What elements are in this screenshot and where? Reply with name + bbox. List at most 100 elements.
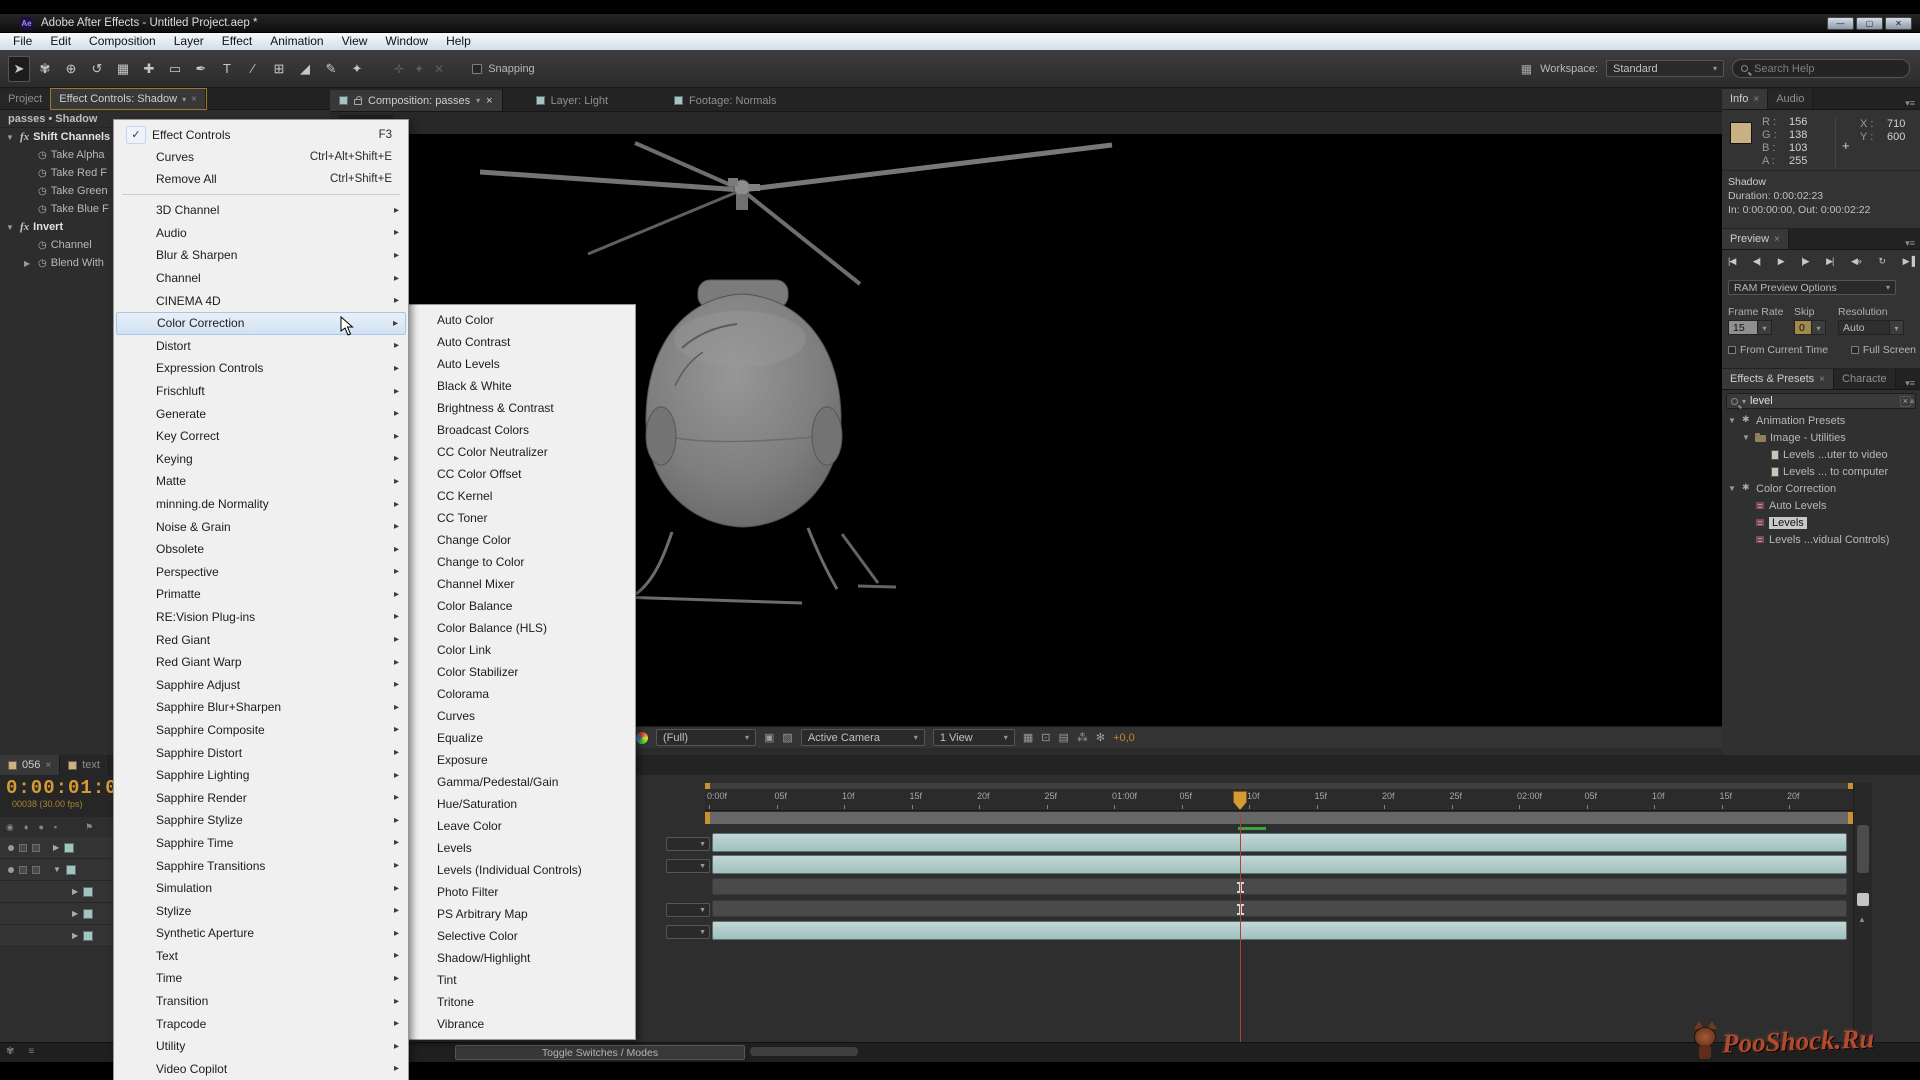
transport-button[interactable]: ◀»: [1851, 256, 1861, 267]
scroll-up-icon[interactable]: ▲: [1908, 396, 1916, 405]
skip-value[interactable]: 0: [1794, 320, 1812, 335]
minimize-button[interactable]: —: [1827, 17, 1854, 30]
layer-duration-bar[interactable]: [712, 878, 1847, 895]
exposure-offset-value[interactable]: +0,0: [1113, 732, 1135, 744]
audio-icon[interactable]: ♦: [24, 822, 29, 832]
menu-category-item[interactable]: Text ▸: [116, 945, 406, 968]
twirl-icon[interactable]: ▼: [6, 223, 16, 232]
preset-tree-item[interactable]: Auto Levels: [1722, 497, 1920, 514]
parent-dropdown[interactable]: ▼: [666, 837, 710, 851]
submenu-item[interactable]: Broadcast Colors: [411, 419, 633, 441]
close-button[interactable]: ✕: [1885, 17, 1912, 30]
layer-color-chip[interactable]: [64, 843, 74, 853]
layer-duration-bar[interactable]: [712, 921, 1847, 940]
solo-icon[interactable]: ●: [38, 822, 43, 832]
menu-category-item[interactable]: Simulation ▸: [116, 877, 406, 900]
region-of-interest-icon[interactable]: ▣: [764, 731, 774, 744]
layer-color-chip[interactable]: [83, 887, 93, 897]
close-tab-icon[interactable]: ×: [1774, 234, 1780, 245]
tab-info[interactable]: Info ×: [1722, 89, 1768, 109]
menu-category-item[interactable]: Matte ▸: [116, 470, 406, 493]
menu-category-item[interactable]: Channel ▸: [116, 267, 406, 290]
twirl-icon[interactable]: ▶: [72, 887, 78, 896]
menu-category-item[interactable]: Sapphire Transitions ▸: [116, 854, 406, 877]
menu-category-item[interactable]: Key Correct ▸: [116, 425, 406, 448]
timeline-horizontal-scrollbar[interactable]: [750, 1047, 858, 1056]
tool-button[interactable]: ✦: [346, 56, 368, 82]
presets-search-box[interactable]: ▾ level ×: [1726, 393, 1916, 409]
menu-item[interactable]: Remove All Ctrl+Shift+E: [116, 168, 406, 190]
submenu-item[interactable]: Leave Color: [411, 815, 633, 837]
submenu-item[interactable]: Auto Levels: [411, 353, 633, 375]
preset-tree-item[interactable]: ▼ Color Correction: [1722, 480, 1920, 497]
time-ruler[interactable]: 0:00f 05f 10f 15f: [705, 789, 1853, 811]
transport-button[interactable]: |◀: [1728, 256, 1735, 267]
parent-dropdown[interactable]: ▼: [666, 903, 710, 917]
twirl-icon[interactable]: ▼: [1728, 416, 1737, 425]
menu-category-item[interactable]: Utility ▸: [116, 1035, 406, 1058]
preset-tree-item[interactable]: ▼ Animation Presets: [1722, 412, 1920, 429]
chevron-down-icon[interactable]: ▾: [1742, 397, 1746, 406]
frame-rate-value[interactable]: 15: [1728, 320, 1758, 335]
grid-guides-icon[interactable]: ▦: [1023, 731, 1033, 744]
maximize-button[interactable]: ▢: [1856, 17, 1883, 30]
submenu-item[interactable]: Exposure: [411, 749, 633, 771]
transport-button[interactable]: ◀|: [1753, 256, 1760, 267]
ram-preview-options-dropdown[interactable]: RAM Preview Options ▾: [1728, 280, 1896, 295]
tool-button[interactable]: ✚: [138, 56, 160, 82]
view-layout-dropdown[interactable]: 1 View ▾: [933, 729, 1015, 746]
label-column-icon[interactable]: ⚑: [85, 822, 93, 833]
panel-menu-icon[interactable]: ▾≡: [1905, 98, 1920, 109]
tool-button[interactable]: ⊕: [60, 56, 82, 82]
layer-duration-bar[interactable]: [712, 855, 1847, 874]
layer-duration-bar[interactable]: [712, 900, 1847, 917]
tool-button[interactable]: ✾: [34, 56, 56, 82]
submenu-item[interactable]: Auto Contrast: [411, 331, 633, 353]
twirl-icon[interactable]: ▶: [72, 909, 78, 918]
tool-button[interactable]: ↺: [86, 56, 108, 82]
lock-column-icon[interactable]: ▪: [54, 822, 57, 832]
graph-editor-icon[interactable]: ≡: [28, 1046, 34, 1057]
menu-category-item[interactable]: Sapphire Composite ▸: [116, 719, 406, 742]
menu-item[interactable]: Curves Ctrl+Alt+Shift+E: [116, 146, 406, 168]
submenu-item[interactable]: CC Kernel: [411, 485, 633, 507]
menubar-item[interactable]: Composition: [80, 33, 165, 50]
menubar-item[interactable]: Layer: [165, 33, 213, 50]
tool-button[interactable]: ⊞: [268, 56, 290, 82]
layer-color-chip[interactable]: [83, 931, 93, 941]
menu-category-item[interactable]: Primatte ▸: [116, 583, 406, 606]
twirl-icon[interactable]: ▼: [6, 133, 16, 142]
twirl-icon[interactable]: ▼: [53, 865, 61, 874]
menu-category-item[interactable]: Stylize ▸: [116, 899, 406, 922]
menu-category-item[interactable]: Generate ▸: [116, 402, 406, 425]
full-screen-checkbox[interactable]: Full Screen: [1851, 344, 1916, 356]
snapshot-icon[interactable]: ▤: [1058, 731, 1068, 744]
current-time-icon[interactable]: ⊡: [1041, 731, 1050, 744]
parent-dropdown[interactable]: ▼: [666, 859, 710, 873]
transport-button[interactable]: ▶|: [1826, 256, 1833, 267]
submenu-item[interactable]: Color Balance (HLS): [411, 617, 633, 639]
from-current-time-checkbox[interactable]: From Current Time: [1728, 344, 1828, 356]
checkbox-icon[interactable]: [1851, 346, 1859, 354]
channel-color-icon[interactable]: [636, 732, 648, 744]
tab-effect-controls[interactable]: Effect Controls: Shadow ▾ ×: [51, 89, 206, 109]
submenu-item[interactable]: Change to Color: [411, 551, 633, 573]
menu-category-item[interactable]: 3D Channel ▸: [116, 199, 406, 222]
chevron-down-icon[interactable]: ▾: [1890, 320, 1904, 335]
checkbox-icon[interactable]: [1728, 346, 1736, 354]
menu-category-item[interactable]: Sapphire Adjust ▸: [116, 673, 406, 696]
twirl-icon[interactable]: ▼: [1742, 433, 1751, 442]
submenu-item[interactable]: Black & White: [411, 375, 633, 397]
submenu-item[interactable]: Vibrance: [411, 1013, 633, 1035]
video-visibility-icon[interactable]: ◉: [6, 822, 14, 833]
submenu-item[interactable]: CC Color Offset: [411, 463, 633, 485]
tab-project[interactable]: Project: [0, 89, 51, 109]
menu-category-item[interactable]: CINEMA 4D ▸: [116, 289, 406, 312]
toggle-switches-modes-button[interactable]: Toggle Switches / Modes: [455, 1045, 745, 1060]
menubar-item[interactable]: Help: [437, 33, 480, 50]
menubar-item[interactable]: Animation: [261, 33, 332, 50]
layer-color-chip[interactable]: [83, 909, 93, 919]
menu-category-item[interactable]: RE:Vision Plug-ins ▸: [116, 606, 406, 629]
parent-dropdown[interactable]: ▼: [666, 925, 710, 939]
chevron-down-icon[interactable]: ▾: [476, 96, 480, 105]
